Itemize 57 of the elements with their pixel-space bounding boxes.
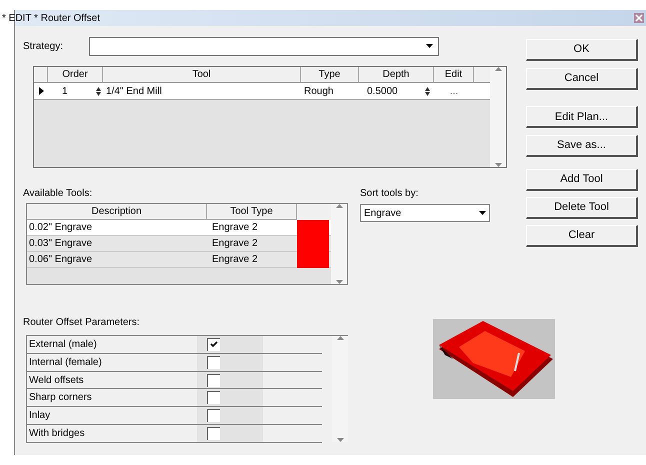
tool-row[interactable]: 0.02" Engrave Engrave 2 — [27, 220, 331, 236]
scrollbar[interactable] — [331, 204, 347, 284]
table-cell-text: 0.02" Engrave — [28, 221, 94, 235]
table-cell-text: 0.5000 — [367, 84, 398, 98]
parameter-name: With bridges — [28, 427, 86, 442]
sort-dropdown[interactable]: Engrave — [360, 204, 490, 222]
parameter-checkbox[interactable] — [207, 391, 220, 404]
parameter-name: Inlay — [28, 409, 52, 424]
dialog-button[interactable]: Edit Plan... — [526, 106, 638, 128]
parameter-name: Weld offsets — [28, 374, 85, 388]
scroll-up-icon — [494, 67, 502, 71]
parameter-checkbox[interactable] — [207, 338, 220, 351]
parameter-name: External (male) — [28, 338, 98, 352]
table-cell-text: Engrave 2 — [211, 221, 259, 235]
dropdown-arrow-icon — [426, 44, 433, 48]
dialog-button[interactable]: Save as... — [526, 135, 638, 157]
dropdown-arrow-icon — [479, 211, 486, 215]
parameters-label: Router Offset Parameters: — [23, 316, 141, 329]
table-cell-text: 0.06" Engrave — [28, 253, 94, 267]
table-cell-text: Engrave 2 — [211, 237, 259, 251]
dialog-button[interactable]: Clear — [526, 225, 638, 247]
strategy-dropdown[interactable] — [89, 36, 439, 56]
scroll-down-icon — [494, 163, 502, 167]
tool-row[interactable]: 0.03" Engrave Engrave 2 — [27, 236, 331, 252]
checkmark-icon — [210, 341, 218, 348]
tool-row[interactable]: 0.06" Engrave Engrave 2 — [27, 252, 331, 268]
scroll-down-icon — [336, 438, 344, 442]
column-header[interactable]: Depth — [359, 67, 434, 82]
sort-label: Sort tools by: — [360, 187, 420, 200]
close-icon[interactable] — [634, 13, 644, 23]
spinner-icon[interactable] — [425, 86, 430, 96]
dialog-button[interactable]: Delete Tool — [526, 197, 638, 219]
table-cell-text: 0.03" Engrave — [28, 237, 94, 251]
column-header[interactable]: Edit — [434, 67, 474, 82]
column-header[interactable]: Tool — [103, 67, 301, 82]
parameter-name: Internal (female) — [28, 356, 103, 370]
edit-link[interactable]: ... — [434, 84, 474, 98]
table-cell-text: 1/4" End Mill — [105, 84, 163, 98]
scrollbar[interactable] — [332, 336, 348, 442]
table-cell-text: Rough — [303, 84, 334, 98]
table-cell-text: 1 — [62, 84, 68, 98]
scrollbar[interactable] — [490, 67, 506, 167]
spinner-icon[interactable] — [96, 86, 101, 96]
column-header[interactable]: Type — [301, 67, 359, 82]
dialog-button[interactable]: OK — [526, 38, 638, 61]
strategy-label: Strategy: — [23, 40, 64, 54]
column-header[interactable]: Order — [48, 67, 103, 82]
dialog-button[interactable]: Cancel — [526, 68, 638, 90]
table-cell-text: Engrave 2 — [211, 253, 259, 267]
window-title: * EDIT * Router Offset — [2, 12, 100, 26]
parameter-checkbox[interactable] — [207, 427, 220, 440]
available-tools-label: Available Tools: — [23, 187, 94, 200]
parameter-checkbox[interactable] — [207, 374, 220, 387]
dialog-button[interactable]: Add Tool — [526, 169, 638, 191]
parameter-checkbox[interactable] — [207, 409, 220, 422]
parameter-name: Sharp corners — [28, 391, 93, 406]
parameter-checkbox[interactable] — [207, 356, 220, 369]
